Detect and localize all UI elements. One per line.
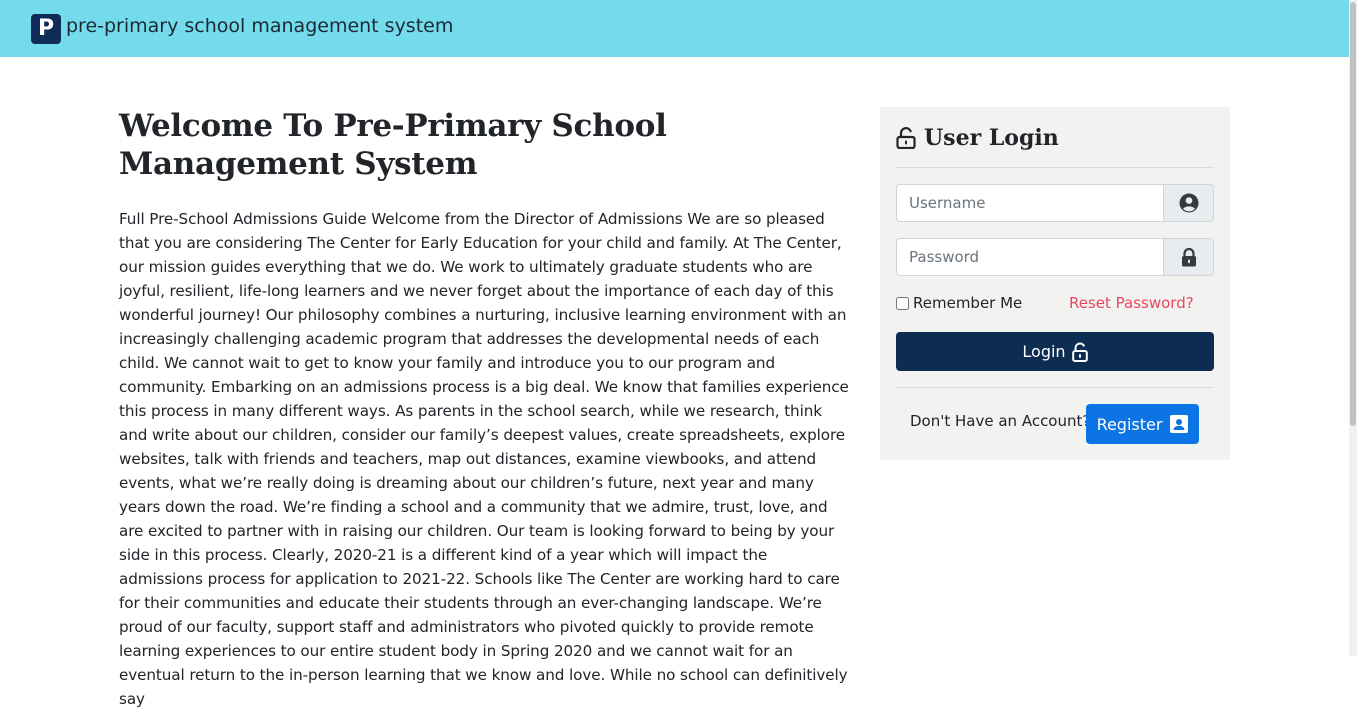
unlock-icon (896, 127, 916, 149)
scrollbar-thumb[interactable] (1350, 2, 1356, 426)
register-button-label: Register (1096, 414, 1163, 434)
username-input[interactable] (897, 185, 1165, 221)
login-divider-bottom (896, 387, 1214, 388)
remember-me-checkbox[interactable] (896, 296, 909, 310)
brand-logo[interactable]: P (31, 14, 61, 44)
remember-me[interactable]: Remember Me (896, 294, 1022, 312)
user-circle-icon (1179, 193, 1198, 213)
intro-paragraph: Full Pre-School Admissions Guide Welcome… (119, 210, 849, 708)
password-input[interactable] (897, 239, 1165, 275)
login-divider-top (896, 167, 1214, 168)
login-button-label: Login (1022, 342, 1066, 361)
password-addon (1163, 239, 1213, 275)
unlock-icon (1071, 342, 1088, 362)
reset-password-link[interactable]: Reset Password? (1069, 294, 1194, 312)
login-button[interactable]: Login (896, 332, 1214, 371)
brand-name[interactable]: pre-primary school management system (66, 15, 453, 37)
lock-icon (1181, 247, 1196, 266)
remember-me-label: Remember Me (913, 294, 1023, 312)
login-title: User Login (896, 121, 1059, 155)
login-title-text: User Login (924, 125, 1059, 151)
password-group (896, 238, 1214, 276)
username-addon (1163, 185, 1213, 221)
register-button[interactable]: Register (1086, 404, 1199, 444)
page-title: Welcome To Pre-Primary School Management… (119, 108, 667, 182)
id-card-icon (1170, 415, 1189, 433)
no-account-text: Don't Have an Account? (910, 412, 1091, 430)
login-card: User Login Remember Me Reset Password? L… (880, 107, 1230, 460)
top-navbar: P pre-primary school management system (0, 0, 1349, 57)
page-scrollbar[interactable] (1349, 0, 1357, 656)
username-group (896, 184, 1214, 222)
